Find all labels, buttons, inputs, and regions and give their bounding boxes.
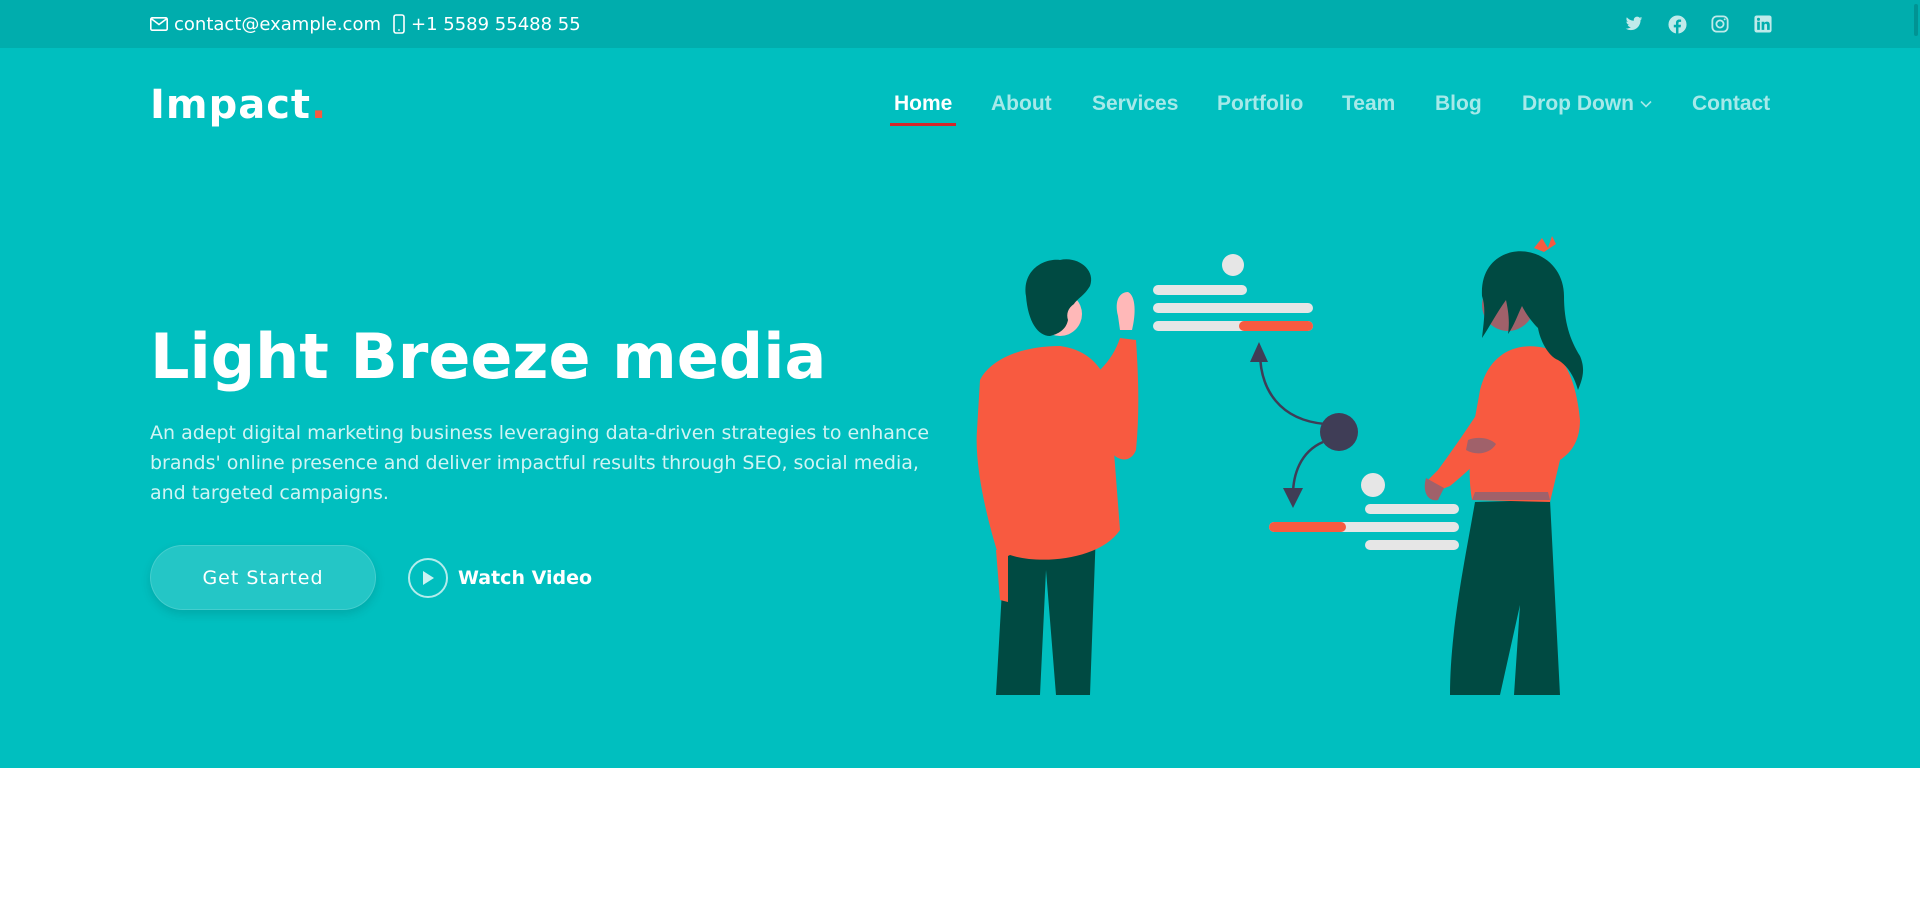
nav-team[interactable]: Team <box>1342 92 1395 116</box>
watch-video-button[interactable]: Watch Video <box>408 558 592 598</box>
logo-dot: . <box>311 82 328 128</box>
email-link[interactable]: contact@example.com <box>150 0 381 48</box>
scrollbar-thumb[interactable] <box>1914 4 1918 36</box>
nav-dropdown[interactable]: Drop Down <box>1522 92 1652 116</box>
exchange-arrows <box>1250 342 1358 508</box>
site-logo[interactable]: Impact. <box>150 82 327 128</box>
phone-text: +1 5589 55488 55 <box>411 13 581 35</box>
envelope-icon <box>150 17 168 31</box>
man-figure <box>976 259 1139 695</box>
play-circle-icon <box>408 558 448 598</box>
hero-illustration <box>976 236 1584 695</box>
linkedin-icon[interactable] <box>1751 12 1775 36</box>
hero-title: Light Breeze media <box>150 320 827 393</box>
site-header: Impact. Home About Services Portfolio Te… <box>0 48 1920 160</box>
nav-blog[interactable]: Blog <box>1435 92 1482 116</box>
nav-services[interactable]: Services <box>1092 92 1178 116</box>
nav-home[interactable]: Home <box>889 92 957 126</box>
facebook-icon[interactable] <box>1665 12 1689 36</box>
phone-icon <box>393 14 405 34</box>
nav-dropdown-label: Drop Down <box>1522 92 1634 115</box>
chevron-down-icon <box>1640 101 1652 109</box>
watch-video-label: Watch Video <box>458 567 593 589</box>
nav-about[interactable]: About <box>991 92 1052 116</box>
email-text: contact@example.com <box>174 13 381 35</box>
nav-contact[interactable]: Contact <box>1692 92 1770 116</box>
phone-link[interactable]: +1 5589 55488 55 <box>393 0 581 48</box>
instagram-icon[interactable] <box>1708 12 1732 36</box>
get-started-button[interactable]: Get Started <box>150 545 376 610</box>
logo-text: Impact <box>150 82 312 128</box>
hero-description: An adept digital marketing business leve… <box>150 422 930 504</box>
nav-portfolio[interactable]: Portfolio <box>1217 92 1303 116</box>
twitter-icon[interactable] <box>1622 12 1646 36</box>
woman-figure <box>1424 236 1584 695</box>
top-data-bars <box>1153 254 1313 331</box>
social-links <box>1622 0 1775 48</box>
hero-section: Light Breeze media An adept digital mark… <box>0 160 1920 768</box>
top-bar: contact@example.com +1 5589 55488 55 <box>0 0 1920 48</box>
